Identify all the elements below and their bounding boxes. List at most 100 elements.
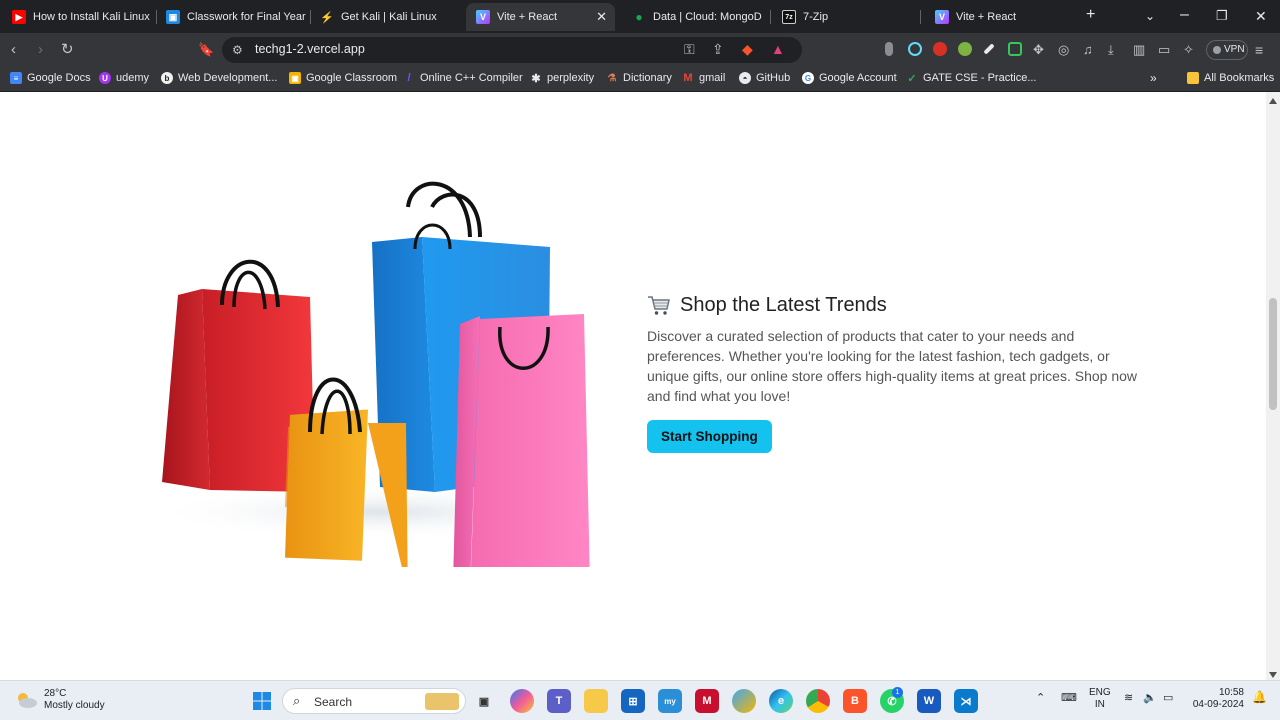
sidebar-icon[interactable]: ▥ xyxy=(1133,41,1145,59)
file-explorer-icon[interactable] xyxy=(584,689,608,713)
leo-ai-icon[interactable]: ◎ xyxy=(1058,41,1069,59)
customize-icon[interactable]: ✧ xyxy=(1183,41,1194,59)
tab-classroom[interactable]: ▣ Classwork for Final Year C xyxy=(166,3,306,31)
edge-icon[interactable]: e xyxy=(769,689,793,713)
mysql-workbench-icon[interactable]: my xyxy=(658,689,682,713)
classroom-icon: ▣ xyxy=(166,10,180,24)
tree-extension-icon[interactable] xyxy=(958,42,972,56)
password-key-icon[interactable]: ⚿ xyxy=(684,41,695,58)
restore-icon[interactable]: ❐ xyxy=(1216,8,1228,24)
copilot-icon[interactable] xyxy=(510,689,534,713)
youtube-icon: ▶ xyxy=(12,10,26,24)
url-text[interactable]: techg1-2.vercel.app xyxy=(255,42,365,56)
bookmark-perplexity[interactable]: ✱ perplexity xyxy=(530,72,594,85)
brave-icon[interactable]: B xyxy=(843,689,867,713)
hero-title-row: Shop the Latest Trends xyxy=(647,292,1147,318)
puzzle-extensions-icon[interactable]: ✥ xyxy=(1033,41,1044,59)
weather-widget[interactable]: 28°C Mostly cloudy xyxy=(14,688,105,712)
word-icon[interactable]: W xyxy=(917,689,941,713)
download-icon[interactable]: ⤓ xyxy=(1108,41,1114,59)
window-close-icon[interactable]: ✕ xyxy=(1255,8,1267,25)
lock-extension-icon[interactable] xyxy=(1008,42,1022,56)
tab-search-chevron-icon[interactable]: ⌄ xyxy=(1145,9,1155,23)
tab-mongodb[interactable]: ● Data | Cloud: MongoDB C xyxy=(632,3,762,31)
bookmark-page-icon[interactable]: 🔖 xyxy=(198,41,214,59)
mcafee-icon[interactable]: M xyxy=(695,689,719,713)
bookmark-online-cpp-compiler[interactable]: / Online C++ Compiler xyxy=(403,72,522,84)
gmail-icon: M xyxy=(683,72,693,84)
bookmark-web-development[interactable]: b Web Development... xyxy=(161,72,277,84)
hero-text-block: Shop the Latest Trends Discover a curate… xyxy=(647,292,1147,453)
bookmark-udemy[interactable]: U udemy xyxy=(99,72,149,84)
shopping-bags-image xyxy=(150,181,610,567)
teams-icon[interactable]: T xyxy=(547,689,571,713)
extension-icon[interactable] xyxy=(885,42,893,56)
eyedropper-icon[interactable] xyxy=(983,43,995,55)
weather-condition: Mostly cloudy xyxy=(44,700,105,711)
scroll-up-icon[interactable] xyxy=(1269,98,1277,104)
bookmark-dictionary[interactable]: ⚗ Dictionary xyxy=(606,72,672,84)
hero-title: Shop the Latest Trends xyxy=(680,293,887,316)
tab-kali[interactable]: ⚡ Get Kali | Kali Linux xyxy=(320,3,460,31)
task-view-icon[interactable]: ▣ xyxy=(472,689,496,713)
start-shopping-button[interactable]: Start Shopping xyxy=(647,420,772,453)
mongodb-icon: ● xyxy=(635,10,643,24)
record-icon[interactable] xyxy=(933,42,947,56)
tab-youtube[interactable]: ▶ How to Install Kali Linux in xyxy=(12,3,152,31)
battery-icon[interactable]: ▭ xyxy=(1163,692,1173,704)
wifi-icon[interactable]: ≋ xyxy=(1124,692,1133,704)
bookmark-gmail[interactable]: M gmail xyxy=(682,72,725,84)
scroll-thumb[interactable] xyxy=(1269,298,1277,410)
brave-shields-icon[interactable]: ◆ xyxy=(742,41,753,58)
share-icon[interactable]: ⇪ xyxy=(712,41,724,58)
minimize-icon[interactable]: – xyxy=(1180,6,1189,24)
more-bookmarks-icon[interactable]: » xyxy=(1150,71,1157,85)
back-icon[interactable]: ‹ xyxy=(11,41,16,59)
compiler-icon: / xyxy=(407,72,411,84)
folder-icon xyxy=(1187,72,1199,84)
wallet-icon[interactable]: ▭ xyxy=(1158,41,1170,59)
shopping-cart-icon xyxy=(648,296,670,315)
bookmark-google-account[interactable]: G Google Account xyxy=(802,72,897,84)
notification-bell-icon[interactable]: 🔔 xyxy=(1252,691,1267,703)
bookmark-gate-cse[interactable]: ✓ GATE CSE - Practice... xyxy=(906,72,1036,85)
language-indicator[interactable]: ENG IN xyxy=(1089,687,1111,711)
chrome-icon[interactable] xyxy=(806,689,830,713)
bookmark-google-classroom[interactable]: ▣ Google Classroom xyxy=(289,72,397,84)
page-scrollbar[interactable] xyxy=(1266,92,1280,680)
vscode-icon[interactable]: ⋊ xyxy=(954,689,978,713)
bookmark-github[interactable]: ◓ GitHub xyxy=(739,72,790,84)
microsoft-store-icon[interactable]: ⊞ xyxy=(621,689,645,713)
gate-icon: ✓ xyxy=(907,72,917,85)
start-button[interactable] xyxy=(250,689,274,713)
volume-icon[interactable]: 🔈 xyxy=(1143,692,1157,704)
tab-vite-react-active[interactable]: V Vite + React ✕ xyxy=(466,3,615,31)
site-info-icon[interactable]: ⚙ xyxy=(232,43,243,57)
vpn-button[interactable]: VPN xyxy=(1206,40,1248,60)
tab-separator xyxy=(156,10,157,24)
windows-taskbar: 28°C Mostly cloudy ⌕ Search ▣ T ⊞ my M e… xyxy=(0,680,1280,720)
keyboard-icon[interactable]: ⌨ xyxy=(1061,692,1077,704)
show-hidden-icons-icon[interactable]: ⌃ xyxy=(1036,692,1045,704)
brave-rewards-icon[interactable]: ▲ xyxy=(771,41,785,57)
tab-separator xyxy=(920,10,921,24)
all-bookmarks-folder[interactable]: All Bookmarks xyxy=(1187,72,1274,84)
forward-icon[interactable]: › xyxy=(38,41,43,59)
media-icon[interactable]: ♫ xyxy=(1083,41,1093,59)
reload-icon[interactable]: ↻ xyxy=(61,41,74,59)
close-icon[interactable]: ✕ xyxy=(596,9,607,25)
tab-7zip[interactable]: 7z 7-Zip xyxy=(782,3,912,31)
clock[interactable]: 10:58 04-09-2024 xyxy=(1190,687,1244,711)
tab-separator xyxy=(770,10,771,24)
menu-icon[interactable]: ≡ xyxy=(1255,41,1263,59)
taskbar-search[interactable]: ⌕ Search xyxy=(282,688,466,714)
address-bar[interactable]: ⚙ techg1-2.vercel.app ⚿ ⇪ ◆ ▲ xyxy=(222,37,802,63)
weather-app-icon[interactable] xyxy=(732,689,756,713)
bookmark-google-docs[interactable]: ≡ Google Docs xyxy=(10,72,91,84)
react-devtools-icon[interactable] xyxy=(908,42,922,56)
new-tab-icon[interactable]: + xyxy=(1086,6,1095,24)
tab-vite-react[interactable]: V Vite + React xyxy=(935,3,1065,31)
notification-badge: 1 xyxy=(892,687,903,698)
temperature: 28°C xyxy=(44,688,67,699)
scroll-down-icon[interactable] xyxy=(1269,672,1277,678)
